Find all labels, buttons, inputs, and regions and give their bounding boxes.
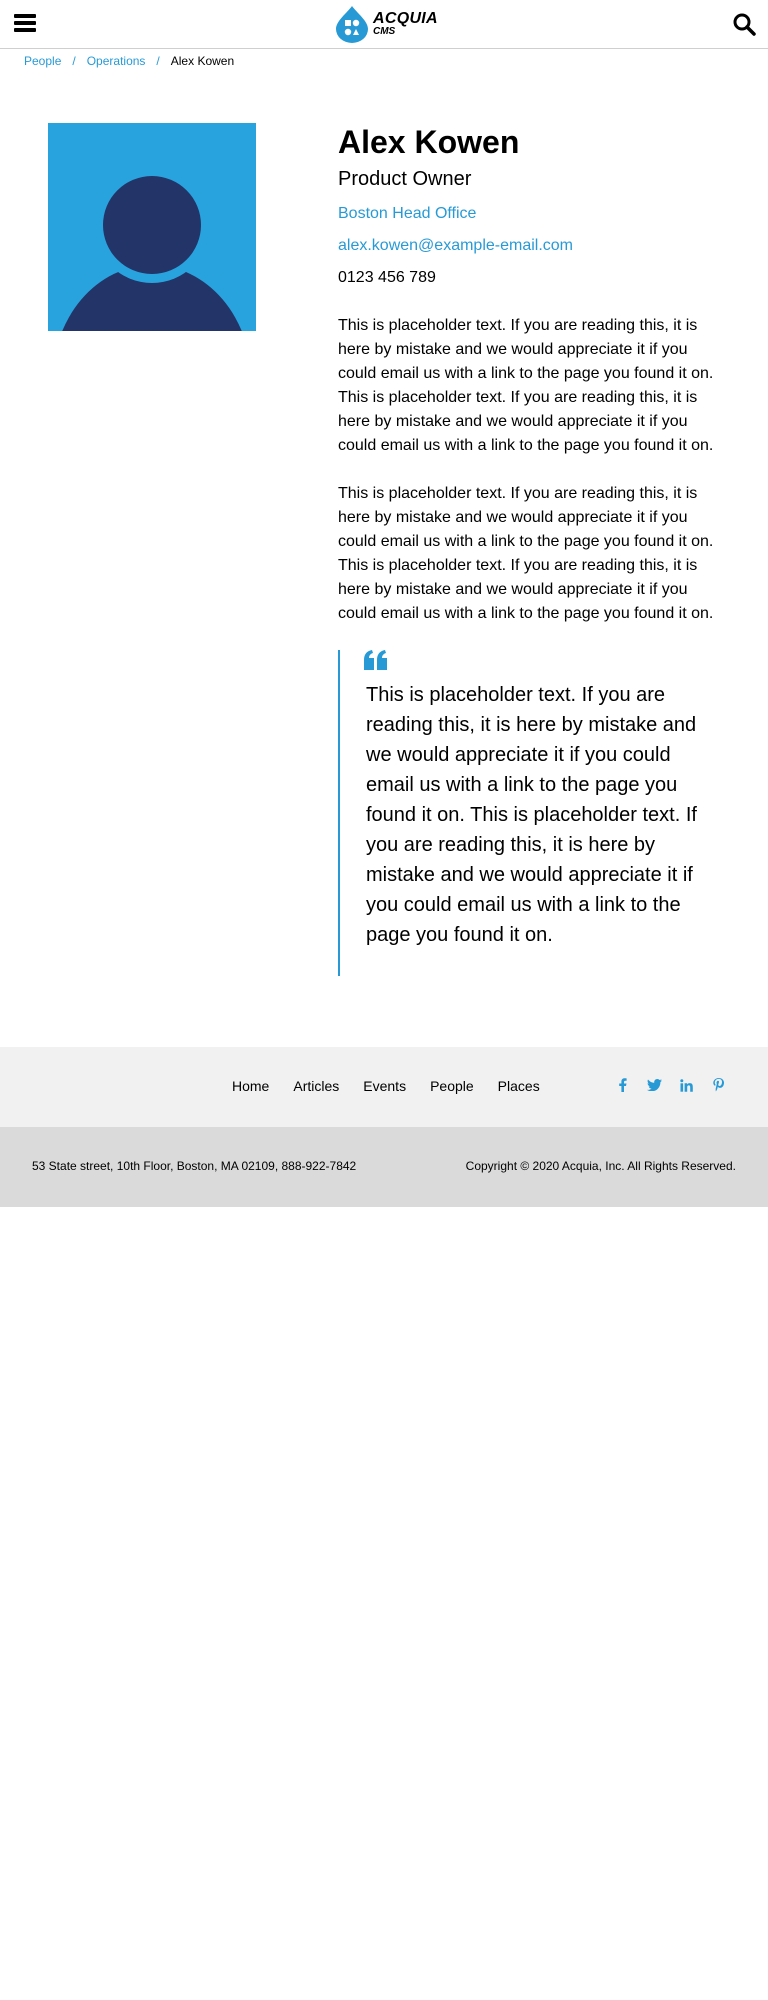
- bio-paragraph: This is placeholder text. If you are rea…: [338, 485, 714, 622]
- twitter-icon[interactable]: [646, 1077, 662, 1093]
- hamburger-menu-icon[interactable]: [14, 12, 36, 34]
- logo-text: ACQUIA CMS: [373, 11, 438, 37]
- footer-copyright: Copyright © 2020 Acquia, Inc. All Rights…: [465, 1159, 736, 1173]
- footer-link-articles[interactable]: Articles: [293, 1078, 339, 1094]
- acquia-drop-icon: [336, 6, 368, 43]
- quote-icon: [364, 650, 387, 670]
- person-role: Product Owner: [338, 168, 472, 190]
- linkedin-icon[interactable]: [678, 1077, 694, 1093]
- person-name: Alex Kowen: [338, 124, 520, 160]
- breadcrumb-separator: /: [72, 54, 76, 68]
- footer-links: Home Articles Events People Places: [232, 1078, 540, 1094]
- logo-line-1: ACQUIA: [373, 10, 438, 27]
- breadcrumb: People / Operations / Alex Kowen: [24, 54, 234, 68]
- person-placeholder-icon: [62, 167, 242, 331]
- breadcrumb-current: Alex Kowen: [170, 54, 235, 68]
- bio-paragraph: This is placeholder text. If you are rea…: [338, 317, 714, 454]
- breadcrumb-link-people[interactable]: People: [24, 54, 61, 68]
- office-link[interactable]: Boston Head Office: [338, 204, 728, 224]
- pinterest-icon[interactable]: [710, 1077, 726, 1093]
- footer-link-people[interactable]: People: [430, 1078, 474, 1094]
- logo-line-2: CMS: [373, 26, 396, 37]
- email-link[interactable]: alex.kowen@example-email.com: [338, 236, 728, 256]
- social-links: [614, 1077, 726, 1093]
- profile-avatar: [48, 123, 256, 331]
- footer-link-places[interactable]: Places: [498, 1078, 540, 1094]
- footer-link-events[interactable]: Events: [363, 1078, 406, 1094]
- search-icon[interactable]: [732, 12, 756, 36]
- phone-number: 0123 456 789: [338, 269, 436, 286]
- footer-nav: Home Articles Events People Places: [0, 1047, 768, 1127]
- site-header: ACQUIA CMS: [0, 0, 768, 49]
- quote-text: This is placeholder text. If you are rea…: [366, 684, 697, 946]
- profile-details: Alex Kowen Product Owner Boston Head Off…: [338, 122, 728, 626]
- footer-address: 53 State street, 10th Floor, Boston, MA …: [32, 1159, 357, 1173]
- facebook-icon[interactable]: [614, 1077, 630, 1093]
- footer-link-home[interactable]: Home: [232, 1078, 269, 1094]
- breadcrumb-link-operations[interactable]: Operations: [87, 54, 146, 68]
- acquia-cms-logo[interactable]: ACQUIA CMS: [335, 5, 438, 43]
- footer-bottom: 53 State street, 10th Floor, Boston, MA …: [0, 1127, 768, 1207]
- breadcrumb-separator: /: [156, 54, 160, 68]
- blockquote: This is placeholder text. If you are rea…: [338, 650, 730, 976]
